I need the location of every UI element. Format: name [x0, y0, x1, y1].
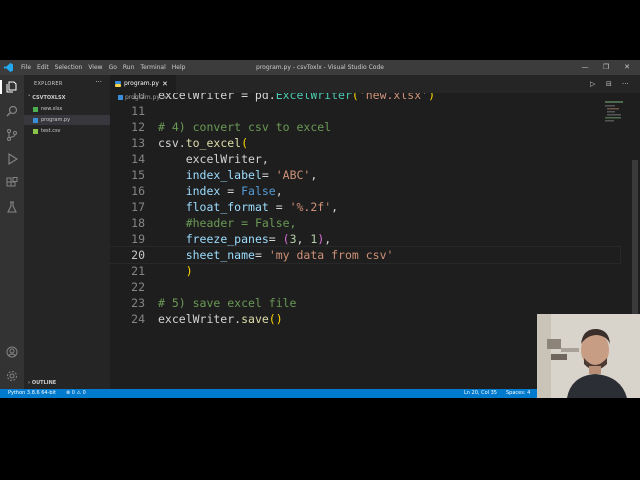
more-actions-icon[interactable]: ··· — [95, 78, 102, 86]
more-editor-actions-icon[interactable]: ··· — [622, 75, 629, 93]
code-text[interactable]: excelWriter, — [158, 151, 269, 167]
explorer-sidebar: EXPLORER ··· ˅ CSVTOXLSX new.xlsx progra… — [24, 75, 110, 389]
line-number: 12 — [131, 120, 145, 134]
menu-run[interactable]: Run — [123, 64, 135, 71]
explorer-header: EXPLORER — [34, 81, 63, 87]
activity-bar — [0, 75, 24, 389]
title-bar: File Edit Selection View Go Run Terminal… — [0, 60, 640, 75]
code-text[interactable]: index = False, — [158, 183, 283, 199]
editor-tabs: program.py ✕ ▷ ⊟ ··· — [110, 75, 640, 93]
cursor-position-status[interactable]: Ln 20, Col 35 — [464, 389, 497, 398]
extensions-icon[interactable] — [6, 177, 18, 189]
line-number: 16 — [131, 184, 145, 198]
python-file-icon — [33, 118, 38, 123]
menu-bar: File Edit Selection View Go Run Terminal… — [21, 60, 191, 75]
presenter-video-image — [537, 314, 640, 398]
problems-status[interactable]: ⊗ 0 ⚠ 0 — [66, 389, 86, 398]
close-window-button[interactable]: ✕ — [616, 60, 638, 75]
code-line[interactable]: 23 # 5) save excel file — [110, 295, 620, 311]
code-line[interactable]: 16 index = False, — [110, 183, 620, 199]
python-interpreter-status[interactable]: Python 3.8.6 64-bit — [8, 389, 56, 398]
menu-edit[interactable]: Edit — [37, 64, 49, 71]
code-text[interactable]: #header = False, — [158, 215, 297, 231]
account-icon[interactable] — [6, 346, 18, 358]
line-number: 11 — [131, 104, 145, 118]
vertical-scrollbar[interactable] — [632, 160, 638, 320]
line-number: 20 — [131, 248, 145, 262]
tab-program-py[interactable]: program.py ✕ — [110, 75, 176, 93]
maximize-button[interactable]: ❐ — [595, 60, 617, 75]
code-text[interactable]: # 5) save excel file — [158, 295, 296, 311]
code-text[interactable]: ) — [158, 263, 193, 279]
file-item-program-py[interactable]: program.py — [24, 115, 110, 125]
menu-file[interactable]: File — [21, 64, 31, 71]
line-number: 14 — [131, 152, 145, 166]
breadcrumb: program.py > ... — [118, 93, 174, 103]
line-number: 23 — [131, 296, 145, 310]
code-line[interactable]: 20 sheet_name= 'my data from csv' — [110, 246, 621, 264]
webcam-overlay — [537, 314, 640, 398]
file-item-new-xlsx[interactable]: new.xlsx — [24, 104, 110, 114]
code-line[interactable]: 19 freeze_panes= (3, 1), — [110, 231, 620, 247]
source-control-icon[interactable] — [6, 129, 18, 141]
code-line[interactable]: 12 # 4) convert csv to excel — [110, 119, 620, 135]
minimize-button[interactable]: — — [574, 60, 596, 75]
code-text[interactable]: excelWriter = pd.ExcelWriter('new.xlsx') — [158, 93, 435, 103]
code-line[interactable]: 22 — [110, 279, 620, 295]
search-icon[interactable] — [6, 105, 18, 117]
outline-section[interactable]: › OUTLINE — [28, 380, 56, 386]
minimap[interactable] — [605, 101, 629, 131]
line-number: 17 — [131, 200, 145, 214]
code-text[interactable]: excelWriter.save() — [158, 311, 283, 327]
line-number: 13 — [131, 136, 145, 150]
line-number: 18 — [131, 216, 145, 230]
code-line[interactable]: 10 excelWriter = pd.ExcelWriter('new.xlsx… — [110, 93, 620, 103]
code-text[interactable]: # 4) convert csv to excel — [158, 119, 331, 135]
file-item-test-csv[interactable]: test.csv — [24, 126, 110, 136]
settings-gear-icon[interactable] — [6, 370, 18, 382]
csv-file-icon — [33, 129, 38, 134]
explorer-icon[interactable] — [6, 81, 18, 93]
indentation-status[interactable]: Spaces: 4 — [506, 389, 530, 398]
split-editor-icon[interactable]: ⊟ — [606, 75, 612, 93]
run-debug-icon[interactable] — [6, 153, 18, 165]
active-indicator — [0, 80, 2, 94]
testing-flask-icon[interactable] — [6, 201, 18, 213]
menu-go[interactable]: Go — [109, 64, 117, 71]
close-tab-icon[interactable]: ✕ — [162, 75, 168, 93]
python-icon — [115, 81, 121, 87]
line-number: 24 — [131, 312, 145, 326]
code-line[interactable]: 11 — [110, 103, 620, 119]
menu-help[interactable]: Help — [172, 64, 186, 71]
run-python-file-icon[interactable]: ▷ — [590, 75, 595, 93]
code-line[interactable]: 15 index_label= 'ABC', — [110, 167, 620, 183]
code-line[interactable]: 14 excelWriter, — [110, 151, 620, 167]
code-text[interactable]: freeze_panes= (3, 1), — [158, 231, 332, 247]
code-line[interactable]: 13 csv.to_excel( — [110, 135, 620, 151]
line-number: 21 — [131, 264, 145, 278]
code-line[interactable]: 21 ) — [110, 263, 620, 279]
menu-view[interactable]: View — [88, 64, 102, 71]
code-line[interactable]: 18 #header = False, — [110, 215, 620, 231]
code-line[interactable]: 17 float_format = '%.2f', — [110, 199, 620, 215]
code-text[interactable]: sheet_name= 'my data from csv' — [158, 247, 394, 263]
code-text[interactable]: index_label= 'ABC', — [158, 167, 318, 183]
menu-selection[interactable]: Selection — [55, 64, 83, 71]
folder-csvtoxlsx[interactable]: ˅ CSVTOXLSX — [28, 95, 65, 101]
menu-terminal[interactable]: Terminal — [140, 64, 165, 71]
code-text[interactable]: csv.to_excel( — [158, 135, 248, 151]
line-number: 19 — [131, 232, 145, 246]
line-number: 22 — [131, 280, 145, 294]
code-text[interactable]: float_format = '%.2f', — [158, 199, 338, 215]
python-file-icon — [118, 95, 123, 100]
excel-file-icon — [33, 107, 38, 112]
line-number: 15 — [131, 168, 145, 182]
vscode-logo-icon — [4, 63, 13, 72]
